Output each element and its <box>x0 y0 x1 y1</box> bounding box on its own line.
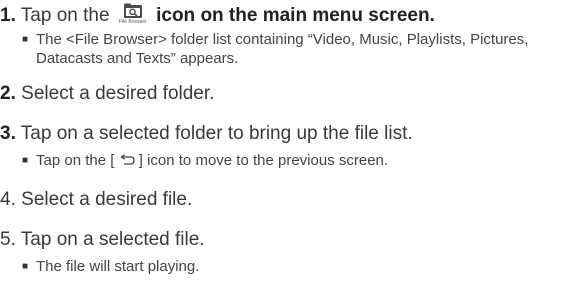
step-1-note: ■ The <File Browser> folder list contain… <box>22 30 577 68</box>
step-2: 2. Select a desired folder. <box>0 83 214 105</box>
file-browser-icon: File Browser <box>119 3 147 27</box>
bullet-square-icon: ■ <box>22 261 29 272</box>
instruction-document: 1. Tap on the File Browser icon on the m… <box>0 0 580 281</box>
step-3-note-suffix: ] icon to move to the previous screen. <box>138 152 389 169</box>
step-4: 4. Select a desired file. <box>0 189 192 211</box>
step-3-number: 3. <box>0 123 16 144</box>
bullet-square-icon: ■ <box>22 34 29 45</box>
step-4-number: 4. <box>0 189 16 210</box>
step-3-text: Tap on a selected folder to bring up the… <box>20 123 413 144</box>
step-1-suffix: icon on the main menu screen. <box>156 5 435 26</box>
step-1-prefix: Tap on the <box>20 5 110 26</box>
step-1: 1. Tap on the File Browser icon on the m… <box>0 3 435 27</box>
step-3-note: ■ Tap on the [ ] icon to move to the pre… <box>22 151 577 170</box>
step-5-text: Tap on a selected file. <box>20 229 205 250</box>
step-5-note-text: The file will start playing. <box>36 258 200 275</box>
step-5: 5. Tap on a selected file. <box>0 229 205 251</box>
step-2-text: Select a desired folder. <box>21 83 215 104</box>
bullet-square-icon: ■ <box>22 155 29 166</box>
step-2-number: 2. <box>0 83 16 104</box>
step-3-note-prefix: Tap on the [ <box>36 152 115 169</box>
step-1-number: 1. <box>0 5 16 26</box>
step-5-number: 5. <box>0 229 16 250</box>
step-1-note-text: The <File Browser> folder list containin… <box>36 31 529 67</box>
step-3: 3. Tap on a selected folder to bring up … <box>0 123 413 145</box>
step-4-text: Select a desired file. <box>21 189 193 210</box>
back-arrow-icon <box>119 152 135 165</box>
step-5-note: ■ The file will start playing. <box>22 257 577 276</box>
file-browser-icon-caption: File Browser <box>118 19 147 25</box>
